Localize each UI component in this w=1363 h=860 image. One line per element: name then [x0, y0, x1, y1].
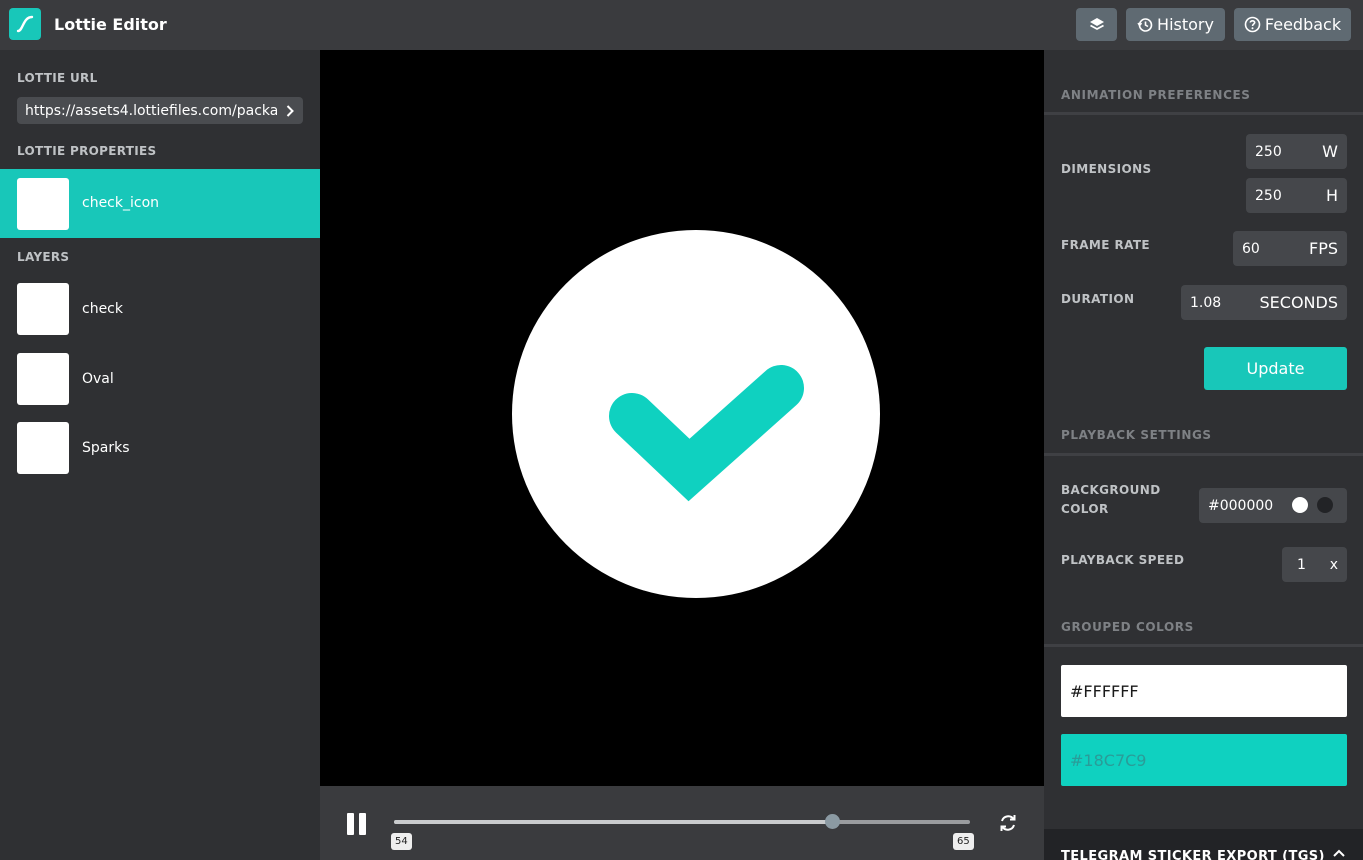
- property-item-selected[interactable]: check_icon: [0, 169, 320, 238]
- playback-speed-value: 1: [1297, 556, 1306, 573]
- height-unit: H: [1325, 186, 1338, 205]
- layer-label: check: [82, 301, 123, 317]
- background-color-value: #000000: [1208, 497, 1274, 514]
- duration-field[interactable]: 1.08 SECONDS: [1181, 285, 1347, 320]
- start-frame-label: 54: [391, 833, 412, 850]
- layer-item[interactable]: Oval: [0, 350, 320, 410]
- left-sidebar: LOTTIE URL https://assets4.lottiefiles.c…: [0, 50, 320, 860]
- lottie-editor-app: Lottie Editor History Feedback LOTTIE UR…: [0, 0, 1363, 860]
- feedback-label: Feedback: [1264, 15, 1342, 34]
- chevron-right-icon[interactable]: [285, 103, 295, 122]
- frame-rate-unit: FPS: [1308, 239, 1338, 258]
- pause-icon-bar: [359, 813, 366, 835]
- duration-value: 1.08: [1190, 294, 1222, 311]
- frame-rate-field[interactable]: 60 FPS: [1233, 231, 1347, 266]
- layers-icon: [1088, 16, 1106, 34]
- timeline-slider[interactable]: [394, 814, 970, 829]
- layers-heading: LAYERS: [17, 250, 70, 264]
- height-value: 250: [1255, 187, 1282, 204]
- height-field[interactable]: 250 H: [1246, 178, 1347, 213]
- player-controls: 54 65: [320, 786, 1044, 860]
- lottie-url-value: https://assets4.lottiefiles.com/packages…: [25, 102, 277, 119]
- layer-thumbnail: [17, 422, 69, 474]
- top-bar: Lottie Editor History Feedback: [0, 0, 1363, 50]
- oval-shape: [512, 230, 880, 598]
- tgs-export-label: TELEGRAM STICKER EXPORT (TGS): [1061, 849, 1325, 860]
- right-panel: ANIMATION PREFERENCES DIMENSIONS 250 W 2…: [1044, 50, 1363, 860]
- chevron-up-icon[interactable]: [1332, 843, 1346, 860]
- pause-button[interactable]: [347, 813, 367, 835]
- lottie-url-field[interactable]: https://assets4.lottiefiles.com/packages…: [17, 97, 303, 124]
- dark-bg-swatch[interactable]: [1317, 497, 1333, 513]
- frame-rate-value: 60: [1242, 240, 1260, 257]
- playback-settings-heading: PLAYBACK SETTINGS: [1061, 428, 1212, 442]
- layer-label: Oval: [82, 371, 114, 387]
- question-circle-icon: [1244, 16, 1261, 33]
- update-button[interactable]: Update: [1204, 347, 1347, 390]
- layer-thumbnail: [17, 353, 69, 405]
- history-label: History: [1157, 15, 1214, 34]
- playback-speed-unit: x: [1329, 556, 1338, 573]
- width-field[interactable]: 250 W: [1246, 134, 1347, 169]
- loop-icon[interactable]: [997, 812, 1019, 838]
- lottie-url-heading: LOTTIE URL: [17, 71, 98, 85]
- layer-item[interactable]: Sparks: [0, 419, 320, 479]
- duration-label: DURATION: [1061, 292, 1135, 306]
- width-value: 250: [1255, 143, 1282, 160]
- history-icon: [1137, 17, 1153, 33]
- layer-item[interactable]: check: [0, 280, 320, 340]
- duration-unit: SECONDS: [1259, 293, 1338, 312]
- feedback-button[interactable]: Feedback: [1234, 8, 1351, 41]
- animation-canvas[interactable]: [320, 50, 1044, 786]
- check-animation-preview: [512, 230, 880, 598]
- app-title: Lottie Editor: [54, 15, 167, 34]
- white-bg-swatch[interactable]: [1292, 497, 1308, 513]
- timeline-handle[interactable]: [824, 814, 840, 829]
- tgs-export-section[interactable]: TELEGRAM STICKER EXPORT (TGS): [1044, 829, 1363, 860]
- dimensions-label: DIMENSIONS: [1061, 162, 1152, 176]
- playback-speed-field[interactable]: 1 x: [1282, 547, 1347, 582]
- timeline-progress: [394, 820, 832, 824]
- grouped-color-hex: #18C7C9: [1070, 750, 1147, 770]
- layers-button[interactable]: [1076, 8, 1117, 41]
- frame-rate-label: FRAME RATE: [1061, 238, 1151, 252]
- divider: [1044, 644, 1363, 647]
- divider: [1044, 453, 1363, 456]
- grouped-color-white[interactable]: #FFFFFF: [1061, 665, 1347, 717]
- background-color-label-line1: BACKGROUND: [1061, 483, 1161, 497]
- layer-thumbnail: [17, 283, 69, 335]
- property-name: check_icon: [82, 195, 160, 211]
- width-unit: W: [1322, 142, 1338, 161]
- property-thumbnail: [17, 178, 69, 230]
- background-color-label-line2: COLOR: [1061, 502, 1109, 516]
- pause-icon: [347, 813, 354, 835]
- divider: [1044, 112, 1363, 115]
- history-button[interactable]: History: [1126, 8, 1225, 41]
- background-color-label: BACKGROUND COLOR: [1061, 481, 1161, 519]
- grouped-color-teal[interactable]: #18C7C9: [1061, 734, 1347, 786]
- layer-label: Sparks: [82, 440, 130, 456]
- animation-preferences-heading: ANIMATION PREFERENCES: [1061, 88, 1251, 102]
- end-frame-label: 65: [953, 833, 974, 850]
- lottie-logo-icon[interactable]: [9, 8, 41, 40]
- playback-speed-label: PLAYBACK SPEED: [1061, 553, 1185, 567]
- lottie-properties-heading: LOTTIE PROPERTIES: [17, 144, 157, 158]
- grouped-color-hex: #FFFFFF: [1070, 681, 1139, 701]
- grouped-colors-heading: GROUPED COLORS: [1061, 620, 1194, 634]
